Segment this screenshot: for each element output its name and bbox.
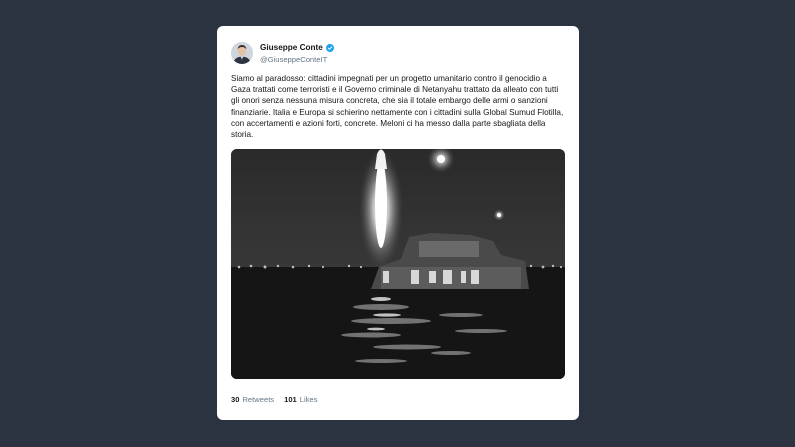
likes-count: 101: [284, 394, 297, 404]
tweet-media-photo[interactable]: [231, 149, 565, 379]
author-names: Giuseppe Conte @GiuseppeConteIT: [260, 42, 334, 65]
avatar[interactable]: [231, 42, 253, 64]
verified-badge-icon: [325, 43, 334, 52]
page-background: Giuseppe Conte @GiuseppeConteIT Siamo al…: [0, 0, 795, 447]
user-avatar-photo-icon: [231, 42, 253, 64]
retweets-label: Retweets: [242, 394, 275, 404]
name-row: Giuseppe Conte: [260, 42, 334, 54]
night-boat-flare-photo-icon: [231, 149, 565, 379]
tweet-stats: 30 Retweets 101 Likes: [231, 393, 328, 405]
tweet-header: Giuseppe Conte @GiuseppeConteIT: [231, 40, 334, 66]
likes-label: Likes: [299, 394, 318, 404]
retweets-count: 30: [231, 394, 240, 404]
tweet-text: Siamo al paradosso: cittadini impegnati …: [231, 74, 564, 140]
retweets-stat[interactable]: 30 Retweets: [231, 395, 274, 404]
author-handle[interactable]: @GiuseppeConteIT: [260, 54, 334, 65]
author-display-name[interactable]: Giuseppe Conte: [260, 42, 323, 53]
tweet-card: Giuseppe Conte @GiuseppeConteIT Siamo al…: [217, 26, 579, 420]
likes-stat[interactable]: 101 Likes: [284, 395, 317, 404]
